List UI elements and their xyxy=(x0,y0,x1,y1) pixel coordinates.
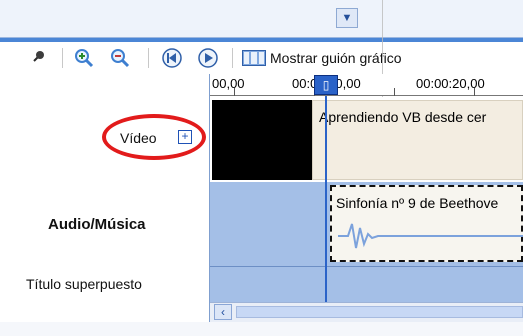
playhead-line xyxy=(325,96,327,310)
waveform-icon xyxy=(338,223,523,249)
annotation-circle xyxy=(102,114,206,160)
play-button[interactable] xyxy=(196,46,220,70)
title-track-label: Título superpuesto xyxy=(26,276,142,292)
zoom-out-icon xyxy=(111,49,130,68)
track-labels-panel xyxy=(0,74,210,336)
playhead-handle[interactable]: ▯ xyxy=(314,75,338,95)
audio-track-label: Audio/Música xyxy=(48,216,146,233)
toolbar-separator xyxy=(62,48,63,68)
video-clip[interactable]: Aprendiendo VB desde cer xyxy=(312,100,523,180)
top-strip xyxy=(0,0,523,38)
storyboard-button[interactable]: Mostrar guión gráfico xyxy=(242,46,402,70)
video-thumbnail[interactable] xyxy=(212,100,312,180)
zoom-in-button[interactable] xyxy=(72,46,96,70)
time-ruler[interactable]: 00,00 00:00:10,00 00:00:20,00 xyxy=(210,74,523,96)
play-icon xyxy=(198,48,218,68)
microphone-button[interactable] xyxy=(26,46,50,70)
bottom-strip xyxy=(0,322,523,336)
toolbar-separator xyxy=(148,48,149,68)
zoom-in-icon xyxy=(75,49,94,68)
rewind-icon xyxy=(162,48,182,68)
toolbar-separator xyxy=(232,48,233,68)
storyboard-icon xyxy=(242,50,266,66)
zoom-out-button[interactable] xyxy=(108,46,132,70)
scroll-left-button[interactable]: ‹ xyxy=(214,304,232,320)
microphone-icon xyxy=(33,51,44,62)
ruler-label-0: 00,00 xyxy=(212,76,245,91)
scroll-thumb[interactable] xyxy=(236,306,523,318)
dropdown-button[interactable]: ▼ xyxy=(336,8,358,28)
title-overlay-track[interactable] xyxy=(210,266,523,302)
rewind-button[interactable] xyxy=(160,46,184,70)
